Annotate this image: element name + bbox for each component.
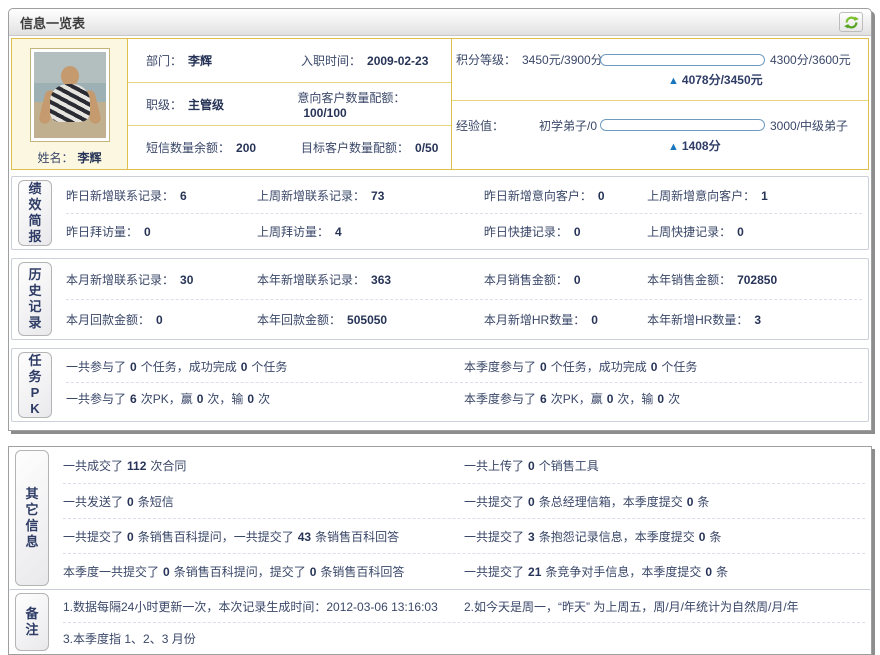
gauges: 积分等级： 3450元/3900分 4300分/3600元 ▲4078分/345… [452, 39, 868, 169]
stat-text: 一共参与了6次PK，赢0次，输0次 [66, 390, 464, 407]
tab-task-pk: 任务PK [18, 352, 52, 418]
refresh-icon [844, 15, 859, 30]
gauge-right-text: 4300分/3600元 [765, 51, 851, 68]
gauge-left-text: 3450元/3900分 [522, 51, 600, 68]
profile-summary: 姓名： 李辉 部门： 李辉 入职时间： 2009-02-23 职级： 主管级 意向客户数… [11, 38, 869, 170]
marker-text: 4078分/3450元 [682, 73, 763, 87]
triangle-marker-icon: ▲ [668, 141, 679, 153]
field-value: 100/100 [303, 106, 346, 120]
note-text: 1.数据每隔24小时更新一次，本次记录生成时间：2012-03-06 13:16… [63, 598, 464, 615]
stat-text: 一共上传了0个销售工具 [464, 457, 865, 474]
progress-bar [600, 54, 765, 66]
stat-text: 一共发送了0条短信 [63, 493, 464, 510]
profile-name: 姓名： 李辉 [37, 149, 101, 166]
gauge-marker: ▲4078分/3450元 [668, 71, 868, 88]
field-label: 职级： [146, 98, 182, 112]
section-performance-brief: 绩效简报 昨日新增联系记录：6 上周新增联系记录：73 昨日新增意向客户：0 上… [11, 176, 869, 250]
field-label: 部门： [146, 54, 182, 68]
name-value: 李辉 [78, 151, 102, 165]
tab-notes: 备注 [15, 593, 49, 651]
stat-text: 本季度一共提交了0条销售百科提问，提交了0条销售百科回答 [63, 563, 464, 580]
table-row: 本月新增联系记录：30 本年新增联系记录：363 本月销售金额：0 本年销售金额… [66, 260, 862, 299]
gauge-left-text: 初学弟子/0 [522, 117, 600, 134]
field-label: 入职时间： [301, 54, 361, 68]
table-row: 昨日新增联系记录：6 上周新增联系记录：73 昨日新增意向客户：0 上周新增意向… [66, 178, 862, 213]
stat-text: 一共提交了0条销售百科提问，一共提交了43条销售百科回答 [63, 528, 464, 545]
tab-history: 历史记录 [18, 262, 52, 336]
gauge-label: 积分等级： [456, 51, 522, 68]
experience-gauge: 经验值： 初学弟子/0 3000/中级弟子 ▲1408分 [452, 101, 868, 169]
table-row: 一共成交了112次合同 一共上传了0个销售工具 [63, 448, 865, 483]
table-row: 一共参与了0个任务，成功完成0个任务 本季度参与了0个任务，成功完成0个任务 [66, 350, 862, 382]
profile-photo [30, 48, 110, 142]
profile-field-row: 短信数量余额： 200 目标客户数量配额： 0/50 [128, 125, 451, 169]
table-row: 昨日拜访量：0 上周拜访量：4 昨日快捷记录：0 上周快捷记录：0 [66, 213, 862, 248]
section-history: 历史记录 本月新增联系记录：30 本年新增联系记录：363 本月销售金额：0 本… [11, 258, 869, 340]
info-overview-panel: 信息一览表 姓名： 李辉 部门： 李辉 [8, 8, 872, 431]
progress-bar [600, 119, 765, 131]
table-row: 3.本季度指 1、2、3 月份 [63, 622, 865, 653]
table-row: 1.数据每隔24小时更新一次，本次记录生成时间：2012-03-06 13:16… [63, 591, 865, 622]
section-notes: 备注 1.数据每隔24小时更新一次，本次记录生成时间：2012-03-06 13… [9, 589, 871, 654]
section-task-pk: 任务PK 一共参与了0个任务，成功完成0个任务 本季度参与了0个任务，成功完成0… [11, 348, 869, 422]
gauge-label: 经验值： [456, 117, 522, 134]
marker-text: 1408分 [682, 139, 721, 153]
note-text: 2.如今天是周一，“昨天” 为上周五，周/月/年统计为自然周/月/年 [464, 598, 865, 615]
field-value: 2009-02-23 [367, 54, 428, 68]
page-title: 信息一览表 [20, 13, 85, 32]
stat-text: 一共提交了3条抱怨记录信息，本季度提交0条 [464, 528, 865, 545]
field-label: 短信数量余额： [146, 141, 230, 155]
field-value: 0/50 [415, 141, 438, 155]
stat-text: 一共成交了112次合同 [63, 457, 464, 474]
tab-performance-brief: 绩效简报 [18, 180, 52, 246]
photo-image [34, 52, 106, 138]
tab-other-info: 其它信息 [15, 450, 49, 586]
score-level-gauge: 积分等级： 3450元/3900分 4300分/3600元 ▲4078分/345… [452, 39, 868, 101]
table-row: 一共提交了0条销售百科提问，一共提交了43条销售百科回答 一共提交了3条抱怨记录… [63, 518, 865, 553]
section-other-info: 其它信息 一共成交了112次合同 一共上传了0个销售工具 一共发送了0条短信 一… [9, 447, 871, 589]
name-label: 姓名： [37, 151, 73, 165]
field-label: 目标客户数量配额： [301, 141, 409, 155]
other-info-panel: 其它信息 一共成交了112次合同 一共上传了0个销售工具 一共发送了0条短信 一… [8, 446, 872, 655]
gauge-marker: ▲1408分 [668, 137, 868, 154]
field-value: 李辉 [188, 54, 212, 68]
field-value: 主管级 [188, 98, 224, 112]
table-row: 一共发送了0条短信 一共提交了0条总经理信箱，本季度提交0条 [63, 483, 865, 518]
stat-text: 本季度参与了0个任务，成功完成0个任务 [464, 358, 862, 375]
field-value: 200 [236, 141, 256, 155]
refresh-button[interactable] [839, 12, 863, 32]
stat-text: 本季度参与了6次PK，赢0次，输0次 [464, 390, 862, 407]
panel-header: 信息一览表 [9, 9, 871, 36]
table-row: 本月回款金额：0 本年回款金额：505050 本月新增HR数量：0 本年新增HR… [66, 299, 862, 338]
profile-field-row: 部门： 李辉 入职时间： 2009-02-23 [128, 39, 451, 82]
profile-photo-cell: 姓名： 李辉 [12, 39, 128, 169]
stat-text: 一共提交了0条总经理信箱，本季度提交0条 [464, 493, 865, 510]
stat-text: 一共提交了21条竞争对手信息，本季度提交0条 [464, 563, 865, 580]
note-text: 3.本季度指 1、2、3 月份 [63, 630, 464, 647]
table-row: 本季度一共提交了0条销售百科提问，提交了0条销售百科回答 一共提交了21条竞争对… [63, 553, 865, 588]
triangle-marker-icon: ▲ [668, 75, 679, 87]
field-label: 意向客户数量配额： [297, 91, 405, 105]
profile-field-row: 职级： 主管级 意向客户数量配额：100/100 [128, 82, 451, 126]
table-row: 一共参与了6次PK，赢0次，输0次 本季度参与了6次PK，赢0次，输0次 [66, 382, 862, 414]
stat-text: 一共参与了0个任务，成功完成0个任务 [66, 358, 464, 375]
gauge-right-text: 3000/中级弟子 [765, 117, 848, 134]
profile-fields: 部门： 李辉 入职时间： 2009-02-23 职级： 主管级 意向客户数量配额：10… [128, 39, 452, 169]
